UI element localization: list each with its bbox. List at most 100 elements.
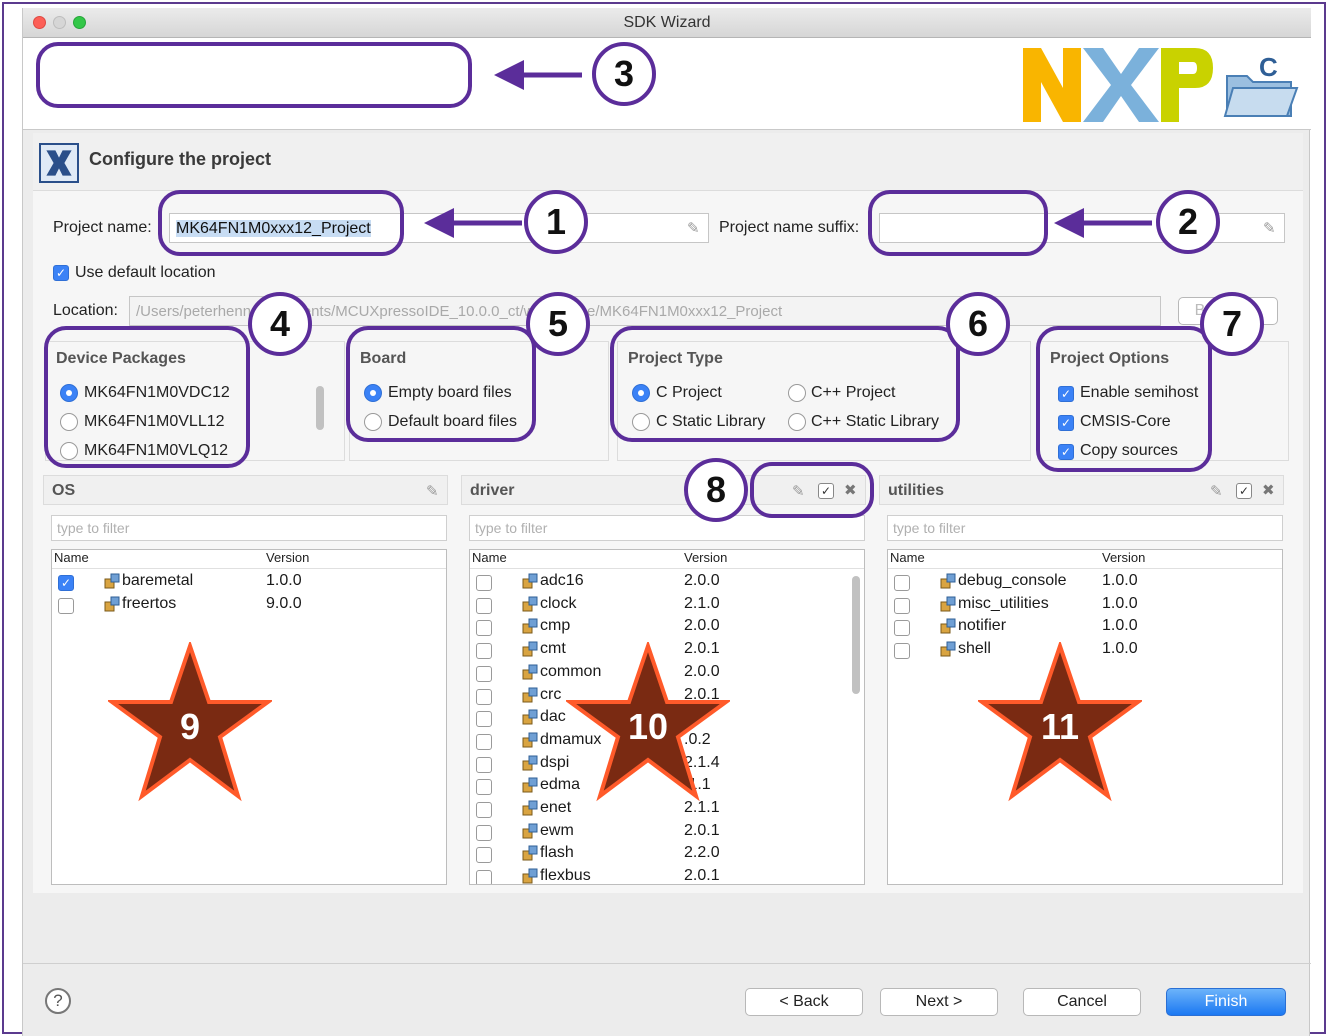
- package-icon: [940, 573, 956, 589]
- next-button[interactable]: Next >: [880, 988, 998, 1016]
- annotation-number-11: 11: [1040, 706, 1080, 747]
- annotation-number-7: 7: [1200, 292, 1264, 356]
- help-icon[interactable]: ?: [45, 988, 71, 1014]
- row-checkbox[interactable]: [476, 620, 492, 637]
- annotation-number-6: 6: [946, 292, 1010, 356]
- table-row[interactable]: cmp 2.0.0: [470, 617, 864, 640]
- package-icon: [522, 732, 538, 748]
- package-icon: [522, 823, 538, 839]
- package-icon: [522, 687, 538, 702]
- row-checkbox[interactable]: [476, 779, 492, 796]
- package-icon: [522, 777, 538, 793]
- row-checkbox[interactable]: [476, 575, 492, 591]
- package-icon: [522, 755, 538, 771]
- device-packages-scrollbar[interactable]: [316, 386, 324, 430]
- row-name: ewm: [540, 821, 574, 839]
- row-checkbox[interactable]: [476, 711, 492, 728]
- clear-suffix-icon[interactable]: ✎: [1263, 219, 1276, 237]
- row-name: clock: [540, 594, 577, 612]
- row-checkbox[interactable]: [476, 665, 492, 682]
- row-checkbox[interactable]: [476, 802, 492, 818]
- package-icon: [940, 596, 956, 612]
- row-version: 2.0.0: [684, 572, 720, 589]
- table-row[interactable]: notifier 1.0.0: [888, 617, 1282, 640]
- clear-project-name-icon[interactable]: ✎: [687, 219, 700, 237]
- utilities-col-version: Version: [1102, 550, 1146, 565]
- row-version: 2.0.1: [684, 867, 720, 885]
- window-title: SDK Wizard: [623, 14, 711, 31]
- back-button[interactable]: < Back: [745, 988, 863, 1016]
- utilities-filter-input[interactable]: type to filter: [887, 515, 1283, 541]
- row-name: baremetal: [122, 572, 194, 589]
- annotation-number-10: 10: [627, 706, 669, 747]
- page-title: Configure the project: [89, 149, 272, 169]
- row-checkbox[interactable]: [476, 597, 492, 614]
- driver-panel-title: driver: [470, 482, 515, 499]
- nxp-logo: [1023, 48, 1213, 122]
- os-clear-filter-icon[interactable]: ✎: [426, 482, 439, 500]
- os-panel-header: OS ✎: [43, 475, 448, 505]
- table-row[interactable]: ewm 2.0.1: [470, 822, 864, 845]
- row-checkbox[interactable]: [476, 847, 492, 864]
- row-checkbox[interactable]: [894, 643, 910, 660]
- row-checkbox[interactable]: ✓: [58, 575, 74, 591]
- package-icon: [522, 664, 538, 680]
- row-checkbox[interactable]: [476, 870, 492, 884]
- package-icon: [940, 641, 956, 657]
- c-project-folder-icon: C: [1223, 52, 1299, 117]
- row-version: 1.0.0: [1102, 572, 1138, 589]
- table-row[interactable]: debug_console 1.0.0: [888, 572, 1282, 595]
- row-name: flash: [540, 844, 574, 862]
- project-name-label: Project name:: [53, 219, 152, 236]
- use-default-location-checkbox[interactable]: ✓: [53, 265, 69, 281]
- package-icon: [522, 800, 538, 816]
- driver-filter-input[interactable]: type to filter: [469, 515, 865, 541]
- annotation-number-2: 2: [1156, 190, 1220, 254]
- os-filter-input[interactable]: type to filter: [51, 515, 447, 541]
- table-row[interactable]: flash 2.2.0: [470, 844, 864, 867]
- annotation-number-1: 1: [524, 190, 588, 254]
- table-row[interactable]: freertos 9.0.0: [52, 595, 446, 618]
- row-name: dspi: [540, 753, 570, 771]
- package-icon: [522, 845, 538, 861]
- annotation-arrow-3: [494, 60, 582, 90]
- row-version: 2.0.0: [684, 617, 720, 635]
- os-header-divider: [52, 568, 446, 569]
- row-checkbox[interactable]: [476, 756, 492, 773]
- table-row[interactable]: misc_utilities 1.0.0: [888, 595, 1282, 618]
- row-checkbox[interactable]: [476, 733, 492, 750]
- row-checkbox[interactable]: [58, 597, 74, 614]
- row-checkbox[interactable]: [894, 597, 910, 614]
- mcuxpresso-x-icon: [39, 143, 79, 183]
- utilities-deselect-all-icon[interactable]: ✖: [1262, 481, 1275, 499]
- row-name: crc: [540, 685, 562, 703]
- row-checkbox[interactable]: [476, 643, 492, 660]
- row-version: 1.0.0: [1102, 617, 1138, 635]
- utilities-panel-header: utilities ✎ ✓ ✖: [879, 475, 1284, 505]
- annotation-arrow-1: [424, 208, 522, 238]
- location-label: Location:: [53, 302, 118, 319]
- row-checkbox[interactable]: [476, 688, 492, 705]
- driver-list-scrollbar[interactable]: [852, 576, 860, 694]
- row-checkbox[interactable]: [894, 620, 910, 637]
- annotation-number-8: 8: [684, 458, 748, 522]
- package-icon: [522, 641, 538, 657]
- cancel-button[interactable]: Cancel: [1023, 988, 1141, 1016]
- table-row[interactable]: flexbus 2.0.1: [470, 867, 864, 885]
- annotation-number-3: 3: [592, 42, 656, 106]
- utilities-clear-filter-icon[interactable]: ✎: [1210, 482, 1223, 500]
- page-header: Configure the project: [33, 133, 1303, 191]
- row-name: adc16: [540, 572, 584, 589]
- table-row[interactable]: ✓ baremetal 1.0.0: [52, 572, 446, 595]
- utilities-select-all-icon[interactable]: ✓: [1236, 483, 1252, 499]
- table-row[interactable]: clock 2.1.0: [470, 595, 864, 618]
- os-col-name: Name: [54, 550, 89, 565]
- annotation-arrow-2: [1054, 208, 1152, 238]
- package-icon: [522, 868, 538, 884]
- row-checkbox[interactable]: [894, 575, 910, 591]
- finish-button[interactable]: Finish: [1166, 988, 1286, 1016]
- row-checkbox[interactable]: [476, 824, 492, 841]
- svg-text:C: C: [1259, 52, 1278, 82]
- project-name-suffix-label: Project name suffix:: [719, 219, 860, 236]
- table-row[interactable]: adc16 2.0.0: [470, 572, 864, 595]
